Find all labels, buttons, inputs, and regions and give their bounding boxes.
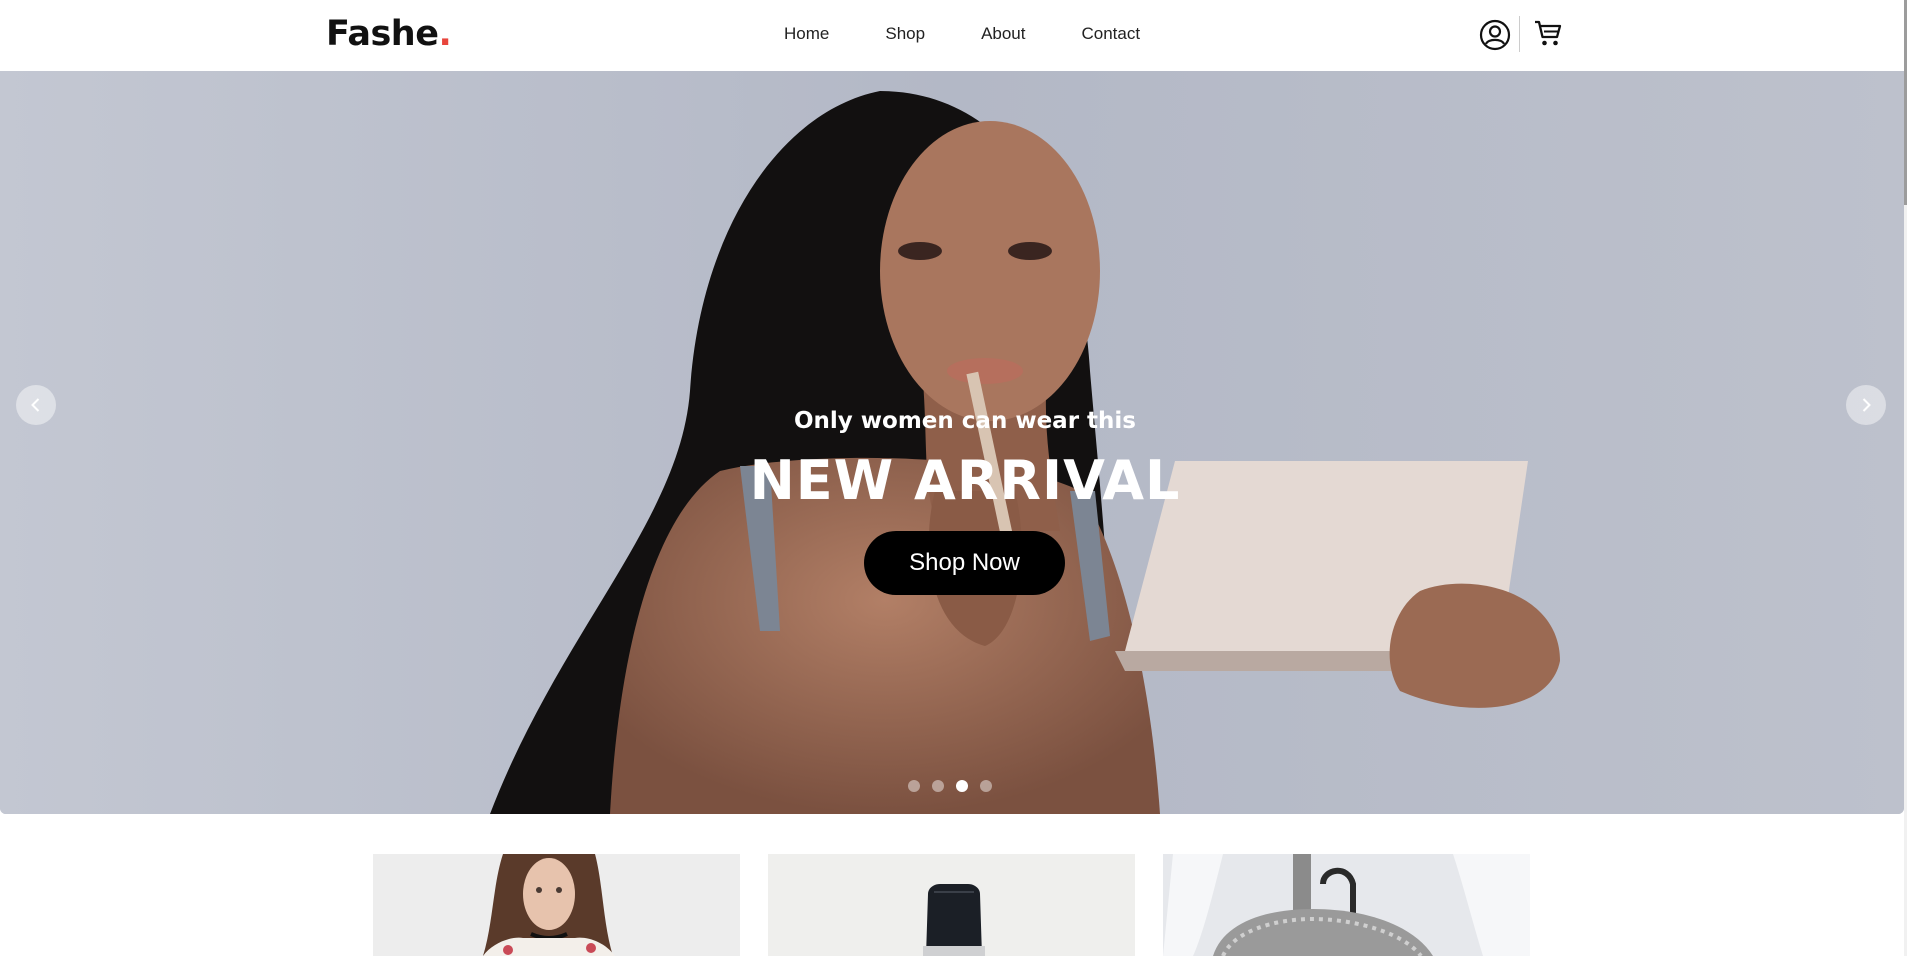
hero-subtitle: Only women can wear this bbox=[793, 408, 1136, 434]
main-nav: Home Shop About Contact bbox=[784, 24, 1140, 44]
nav-shop[interactable]: Shop bbox=[885, 24, 925, 44]
chevron-left-icon bbox=[31, 398, 40, 412]
slider-dot-1[interactable] bbox=[908, 780, 920, 792]
user-icon[interactable] bbox=[1478, 18, 1512, 52]
slider-next-button[interactable] bbox=[1846, 385, 1886, 425]
nav-about[interactable]: About bbox=[981, 24, 1025, 44]
watch-photo bbox=[768, 854, 1135, 956]
nav-home[interactable]: Home bbox=[784, 24, 829, 44]
nav-contact[interactable]: Contact bbox=[1082, 24, 1141, 44]
slider-dot-3[interactable] bbox=[956, 780, 968, 792]
hero-title: NEW ARRIVAL bbox=[749, 449, 1181, 512]
backpack-photo bbox=[1163, 854, 1530, 956]
site-header: Fashe. Home Shop About Contact bbox=[0, 0, 1907, 71]
category-card-watches[interactable] bbox=[768, 854, 1135, 956]
slider-dot-4[interactable] bbox=[980, 780, 992, 792]
brand-dot: . bbox=[438, 14, 452, 54]
brand-name: Fashe bbox=[326, 14, 439, 54]
category-card-women[interactable] bbox=[373, 854, 740, 956]
slider-dots bbox=[908, 780, 1004, 792]
slider-dot-2[interactable] bbox=[932, 780, 944, 792]
cart-icon[interactable] bbox=[1533, 18, 1563, 48]
header-divider bbox=[1519, 16, 1520, 52]
woman-floral-dress-photo bbox=[373, 854, 740, 956]
chevron-right-icon bbox=[1862, 398, 1871, 412]
brand-logo[interactable]: Fashe. bbox=[326, 14, 452, 54]
hero-model-photo bbox=[0, 71, 1904, 814]
category-card-bags[interactable] bbox=[1163, 854, 1530, 956]
shop-now-button[interactable]: Shop Now bbox=[864, 531, 1065, 595]
slider-prev-button[interactable] bbox=[16, 385, 56, 425]
hero-slider: Only women can wear this NEW ARRIVAL Sho… bbox=[0, 71, 1904, 814]
